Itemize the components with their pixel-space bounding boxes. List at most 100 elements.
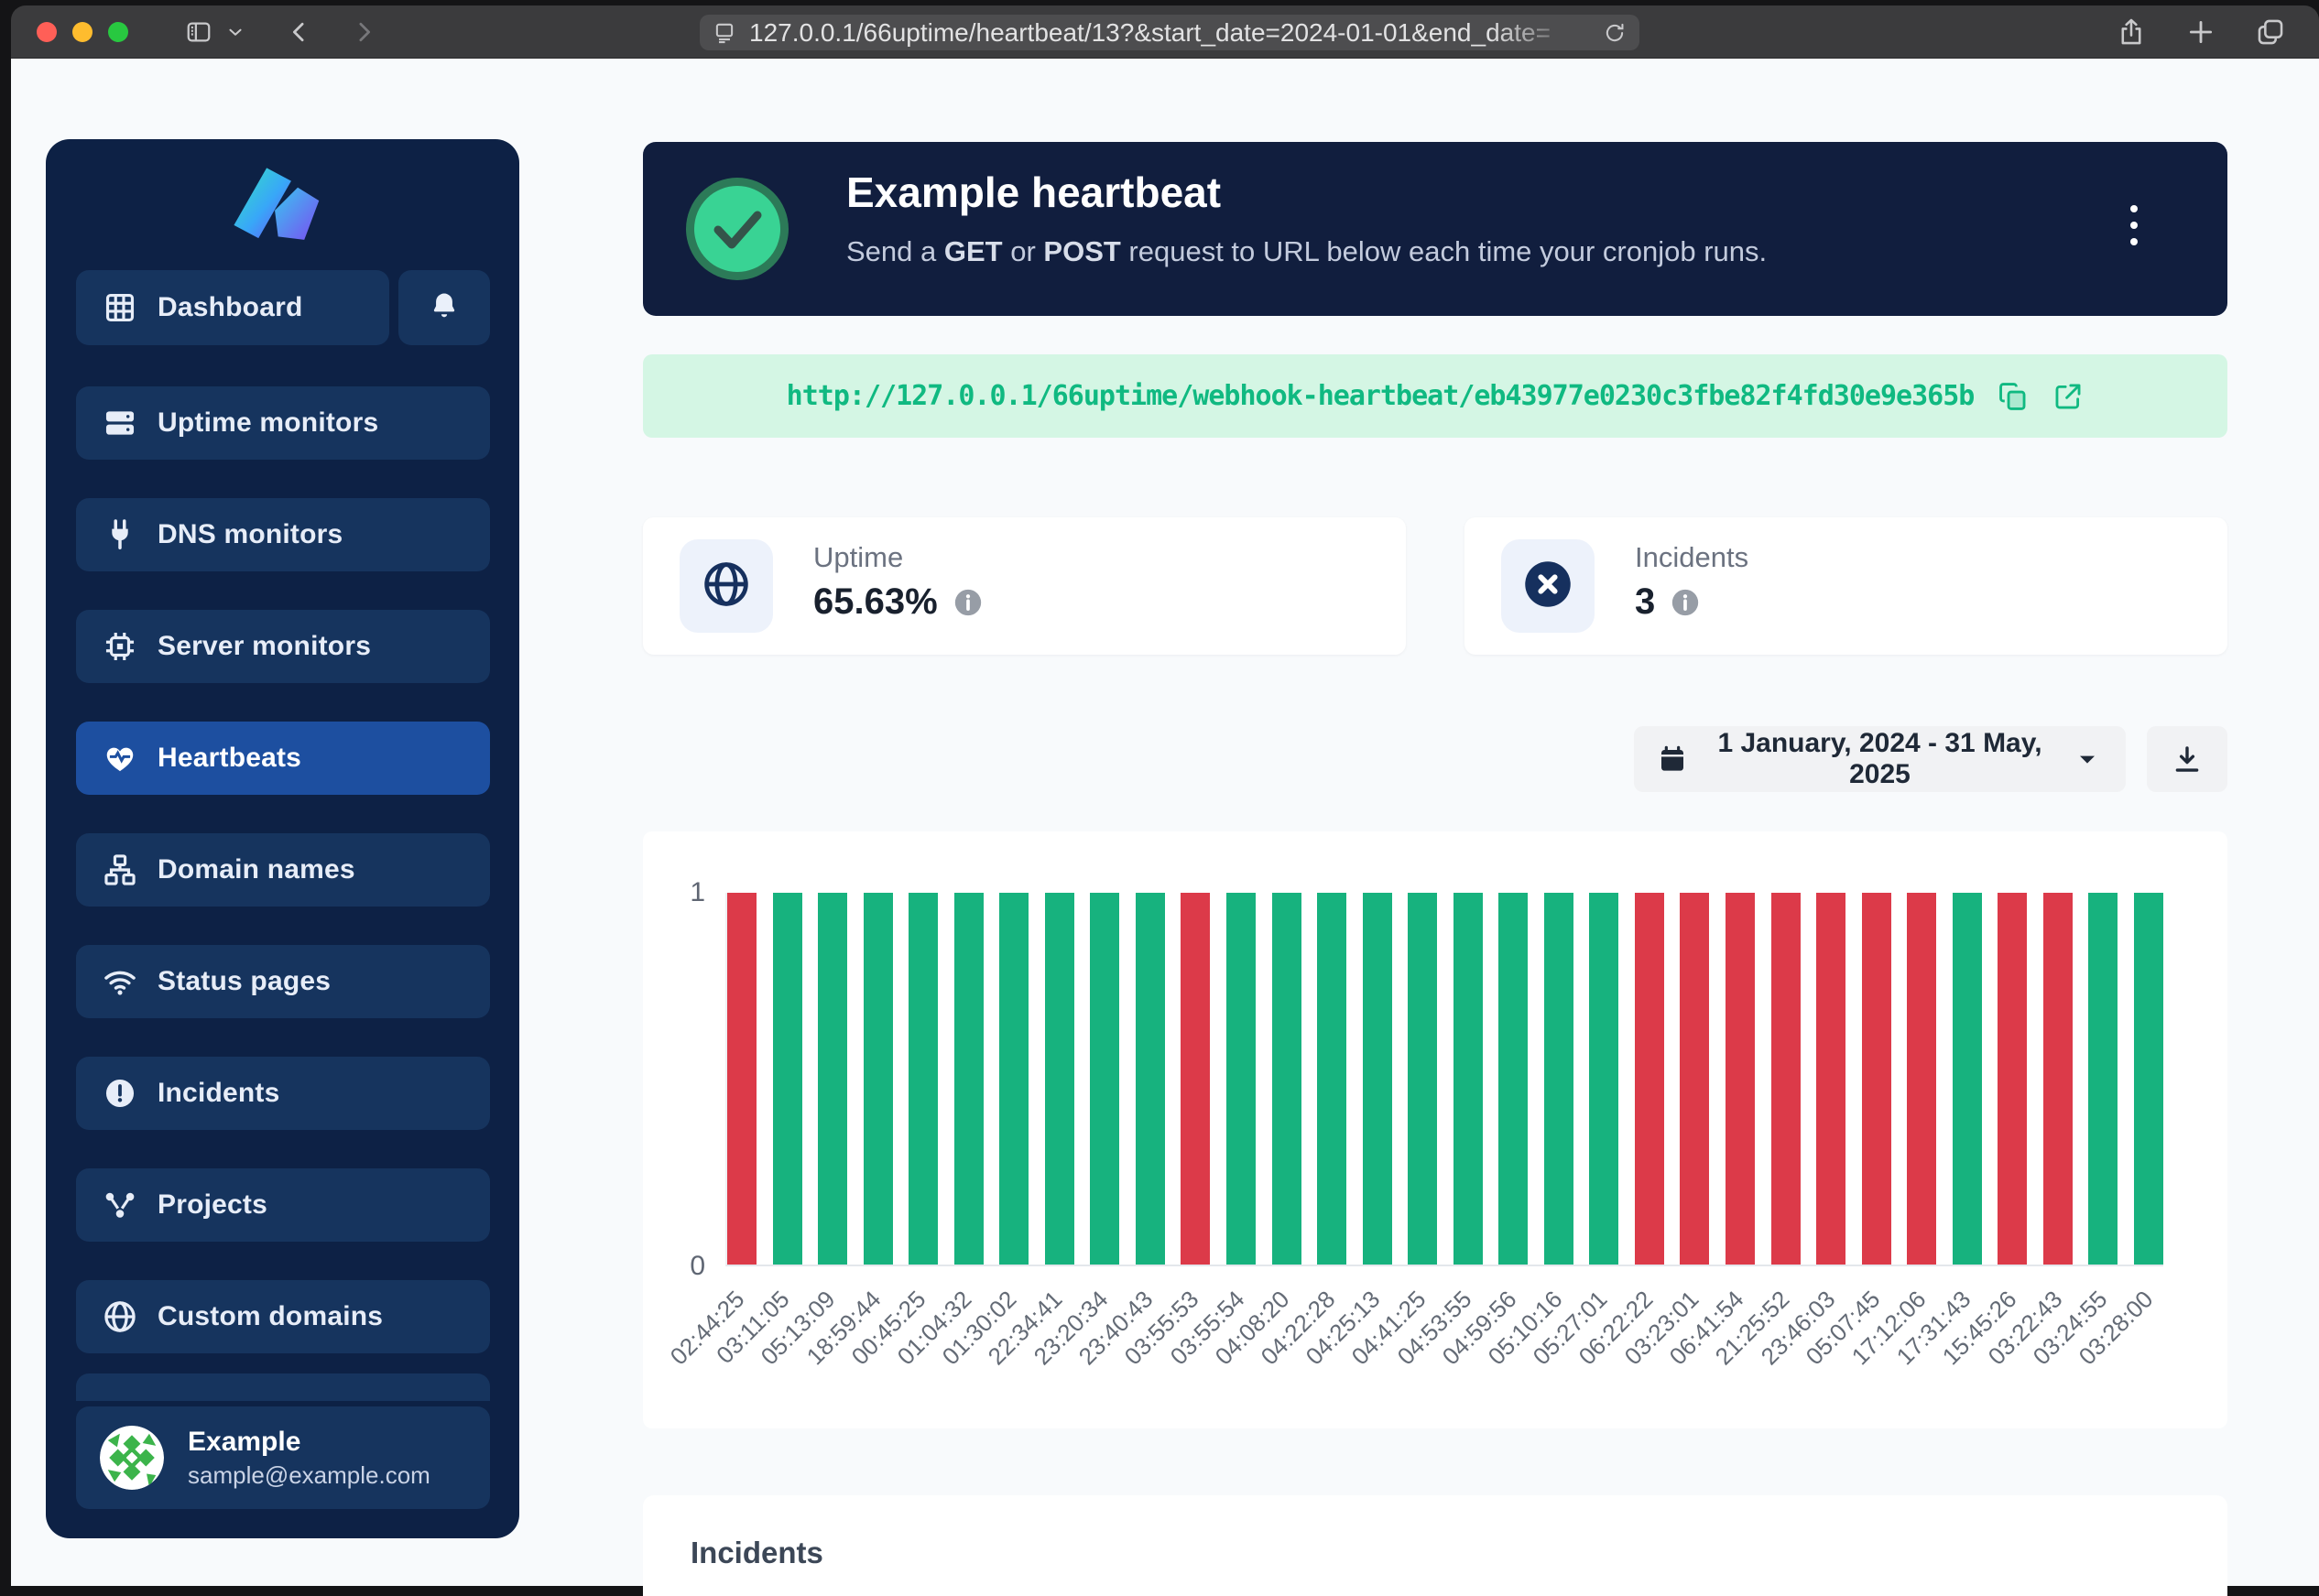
chart-bar-up[interactable] [2088,893,2118,1265]
sidebar-item-label: Dashboard [158,292,303,323]
chart-bar-up[interactable] [1498,893,1528,1265]
sidebar-item-dashboard[interactable]: Dashboard [76,270,389,345]
x-axis-label: 17:12:06 [1845,1286,1931,1371]
chart-bar-down[interactable] [1998,893,2027,1265]
chart-bar-up[interactable] [1272,893,1301,1265]
chart-bar-up[interactable] [1453,893,1483,1265]
chart-bar-up[interactable] [2134,893,2163,1265]
wifi-icon [103,964,137,999]
chart-bar-down[interactable] [1181,893,1210,1265]
sidebar-item-label: Heartbeats [158,743,301,774]
new-tab-icon[interactable] [2185,16,2216,48]
chart-bar-up[interactable] [1363,893,1392,1265]
heartbeat-chart: 1 0 02:44:2503:11:0505:13:0918:59:4400:4… [643,831,2227,1428]
x-axis-label: 00:45:25 [846,1286,931,1371]
info-icon[interactable] [1670,587,1701,618]
chart-bar-down[interactable] [1680,893,1709,1265]
x-axis-label: 04:59:56 [1437,1286,1522,1371]
sidebar-item-heartbeats[interactable]: Heartbeats [76,722,490,795]
chart-bar-up[interactable] [999,893,1029,1265]
share-icon[interactable] [2116,16,2147,48]
sidebar-item-label: Server monitors [158,631,371,662]
server-icon [103,406,137,440]
stat-label: Incidents [1635,541,1748,574]
user-profile[interactable]: Example sample@example.com [76,1406,490,1509]
chart-bar-up[interactable] [1544,893,1573,1265]
chart-bar-down[interactable] [1816,893,1845,1265]
sidebar-item-status-pages[interactable]: Status pages [76,945,490,1018]
chart-bar-down[interactable] [1635,893,1664,1265]
sidebar-item-partial[interactable] [76,1373,490,1401]
kebab-menu-icon[interactable] [2125,200,2143,251]
close-window-icon[interactable] [37,22,57,42]
sidebar-item-uptime-monitors[interactable]: Uptime monitors [76,386,490,460]
sidebar-item-label: Custom domains [158,1301,383,1332]
chart-bar-down[interactable] [727,893,757,1265]
chart-bar-down[interactable] [1726,893,1755,1265]
x-axis-label: 01:30:02 [937,1286,1022,1371]
external-link-icon[interactable] [2052,381,2084,412]
date-range-picker[interactable]: 1 January, 2024 - 31 May, 2025 [1634,726,2126,792]
sidebar-toggle-icon[interactable] [185,18,212,46]
sidebar-item-projects[interactable]: Projects [76,1168,490,1242]
sidebar-item-dns-monitors[interactable]: DNS monitors [76,498,490,571]
chart-bar-up[interactable] [954,893,984,1265]
globe-icon [103,1299,137,1334]
chart-bar-up[interactable] [1136,893,1165,1265]
user-email: sample@example.com [188,1461,430,1490]
chart-plot-area [725,893,2163,1266]
sidebar-item-incidents[interactable]: Incidents [76,1057,490,1130]
minimize-window-icon[interactable] [72,22,93,42]
chart-bar-up[interactable] [864,893,893,1265]
copy-icon[interactable] [1998,381,2029,412]
notifications-button[interactable] [398,270,490,345]
sidebar-item-label: Domain names [158,854,355,885]
chart-bar-up[interactable] [818,893,847,1265]
x-axis-label: 06:41:54 [1664,1286,1749,1371]
sidebar-item-server-monitors[interactable]: Server monitors [76,610,490,683]
chart-bar-up[interactable] [1317,893,1346,1265]
sidebar-item-label: Incidents [158,1078,280,1109]
sidebar-item-domain-names[interactable]: Domain names [76,833,490,907]
sidebar-nav: Uptime monitors DNS monitors Server moni… [76,386,490,1392]
x-axis-label: 23:20:34 [1028,1286,1113,1371]
tab-overview-icon[interactable] [2255,16,2286,48]
chart-bar-down[interactable] [1862,893,1891,1265]
chart-bar-up[interactable] [773,893,802,1265]
chart-bar-up[interactable] [909,893,938,1265]
zoom-window-icon[interactable] [108,22,128,42]
back-button-icon[interactable] [286,18,313,46]
alert-icon [103,1076,137,1111]
x-axis-label: 03:55:53 [1119,1286,1204,1371]
x-axis-label: 05:13:09 [756,1286,841,1371]
page-subtitle: Send a GET or POST request to URL below … [846,235,1767,268]
x-axis-label: 04:53:55 [1391,1286,1476,1371]
chart-bar-up[interactable] [1045,893,1074,1265]
chart-bar-up[interactable] [1408,893,1437,1265]
chart-bar-down[interactable] [1771,893,1801,1265]
uptime-stat-card: Uptime 65.63% [643,517,1406,655]
chart-bar-up[interactable] [1953,893,1982,1265]
stat-label: Uptime [813,541,903,574]
sidebar: Dashboard Uptime monitors DNS monitors S… [46,139,519,1538]
chart-bar-up[interactable] [1090,893,1119,1265]
chart-bar-up[interactable] [1589,893,1618,1265]
forward-button-icon[interactable] [350,18,377,46]
calendar-icon [1658,744,1687,774]
webhook-url[interactable]: http://127.0.0.1/66uptime/webhook-heartb… [787,380,1975,412]
url-bar[interactable]: 127.0.0.1/66uptime/heartbeat/13?&start_d… [700,15,1639,50]
user-name: Example [188,1427,430,1458]
chart-bar-up[interactable] [1226,893,1256,1265]
x-axis-label: 06:22:22 [1573,1286,1659,1371]
incidents-value: 3 [1635,581,1655,623]
toolbar-chevron-down-icon[interactable] [225,22,245,42]
bell-icon [429,290,460,326]
cpu-icon [103,629,137,664]
chart-bar-down[interactable] [2043,893,2073,1265]
sidebar-item-custom-domains[interactable]: Custom domains [76,1280,490,1353]
chart-bar-down[interactable] [1907,893,1936,1265]
status-check-icon [685,177,789,281]
download-button[interactable] [2147,726,2227,792]
reload-icon[interactable] [1603,21,1627,45]
info-icon[interactable] [953,587,984,618]
